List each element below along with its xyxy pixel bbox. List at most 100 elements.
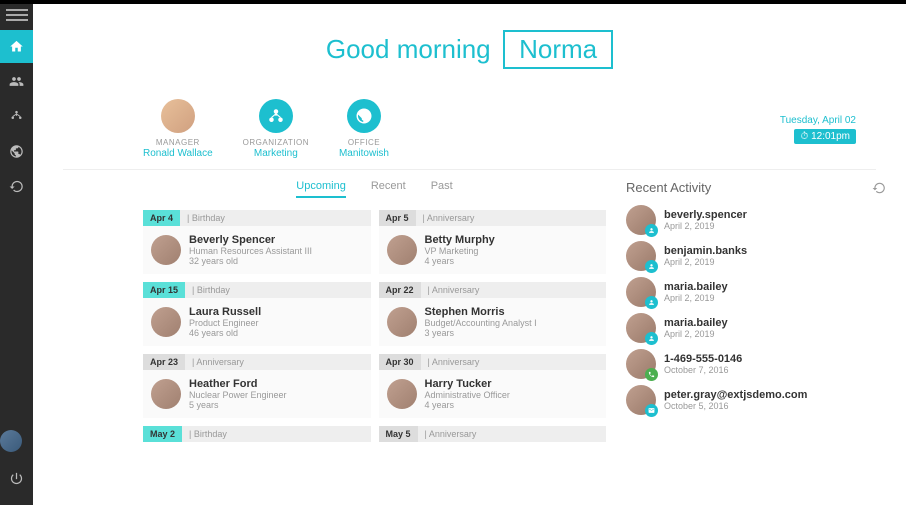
event-card[interactable]: Apr 4| BirthdayBeverly SpencerHuman Reso… [143, 210, 371, 274]
event-detail: 4 years [425, 256, 495, 266]
datetime: Tuesday, April 02 ⏱ 12:01pm [780, 115, 876, 144]
sidebar [0, 0, 33, 505]
event-type: | Anniversary [418, 426, 606, 442]
activity-item[interactable]: maria.baileyApril 2, 2019 [626, 277, 886, 307]
event-card[interactable]: Apr 5| Anniversary Betty MurphyVP Marketi… [379, 210, 607, 274]
tab-past[interactable]: Past [431, 180, 453, 198]
nav-history[interactable] [0, 170, 33, 203]
nav-people[interactable] [0, 65, 33, 98]
activity-name: beverly.spencer [664, 209, 747, 221]
current-date: Tuesday, April 02 [780, 115, 856, 126]
activity-item[interactable]: peter.gray@extjsdemo.comOctober 5, 2016 [626, 385, 886, 415]
topbar [0, 0, 906, 4]
menu-toggle[interactable] [6, 6, 28, 24]
activity-name: 1-469-555-0146 [664, 353, 742, 365]
event-title: Budget/Accounting Analyst I [425, 318, 537, 328]
event-date: Apr 23 [143, 354, 185, 370]
history-icon[interactable] [872, 181, 886, 195]
activity-title: Recent Activity [626, 180, 711, 195]
user-badge-icon [645, 332, 658, 345]
event-type: | Birthday [185, 282, 370, 298]
event-name: Heather Ford [189, 378, 287, 390]
event-type: | Anniversary [421, 282, 606, 298]
event-avatar [387, 235, 417, 265]
activity-date: October 7, 2016 [664, 365, 742, 375]
activity-name: maria.bailey [664, 281, 728, 293]
event-detail: 46 years old [189, 328, 261, 338]
event-type: | Anniversary [185, 354, 370, 370]
user-avatar[interactable] [0, 430, 22, 452]
globe-icon [347, 99, 381, 133]
event-avatar [151, 307, 181, 337]
event-title: Nuclear Power Engineer [189, 390, 287, 400]
activity-item[interactable]: 1-469-555-0146October 7, 2016 [626, 349, 886, 379]
event-title: Administrative Officer [425, 390, 510, 400]
event-avatar [387, 379, 417, 409]
event-card[interactable]: Apr 23| Anniversary Heather FordNuclear P… [143, 354, 371, 418]
event-date: Apr 4 [143, 210, 180, 226]
greeting-name: Norma [503, 30, 613, 69]
event-card[interactable]: Apr 30| AnniversaryHarry TuckerAdministr… [379, 354, 607, 418]
event-card[interactable]: May 2| Birthday [143, 426, 371, 442]
event-detail: 3 years [425, 328, 537, 338]
event-avatar [151, 379, 181, 409]
event-name: Stephen Morris [425, 306, 537, 318]
event-date: Apr 5 [379, 210, 416, 226]
user-badge-icon [645, 224, 658, 237]
activity-avatar [626, 313, 656, 343]
info-office[interactable]: OFFICE Manitowish [339, 99, 389, 159]
activity-avatar [626, 349, 656, 379]
org-icon [259, 99, 293, 133]
event-detail: 4 years [425, 400, 510, 410]
nav-globe[interactable] [0, 135, 33, 168]
event-card[interactable]: May 5| Anniversary [379, 426, 607, 442]
activity-date: April 2, 2019 [664, 257, 747, 267]
event-detail: 32 years old [189, 256, 312, 266]
mail-badge-icon [645, 404, 658, 417]
event-date: May 5 [379, 426, 418, 442]
activity-date: October 5, 2016 [664, 401, 807, 411]
activity-item[interactable]: benjamin.banksApril 2, 2019 [626, 241, 886, 271]
events-grid: Apr 4| BirthdayBeverly SpencerHuman Reso… [143, 210, 606, 442]
event-type: | Anniversary [416, 210, 606, 226]
event-type: | Birthday [180, 210, 370, 226]
activity-section: Recent Activity beverly.spencerApril 2, … [626, 180, 886, 505]
event-type: | Birthday [182, 426, 370, 442]
tabs: Upcoming Recent Past [143, 180, 606, 198]
phone-badge-icon [645, 368, 658, 381]
event-title: Product Engineer [189, 318, 261, 328]
manager-avatar [161, 99, 195, 133]
info-organization[interactable]: ORGANIZATION Marketing [243, 99, 309, 159]
event-date: Apr 30 [379, 354, 421, 370]
event-name: Beverly Spencer [189, 234, 312, 246]
user-badge-icon [645, 260, 658, 273]
activity-date: April 2, 2019 [664, 221, 747, 231]
nav-home[interactable] [0, 30, 33, 63]
activity-avatar [626, 241, 656, 271]
event-name: Laura Russell [189, 306, 261, 318]
activity-item[interactable]: beverly.spencerApril 2, 2019 [626, 205, 886, 235]
event-card[interactable]: Apr 22| Anniversary Stephen MorrisBudget/… [379, 282, 607, 346]
event-detail: 5 years [189, 400, 287, 410]
event-name: Harry Tucker [425, 378, 510, 390]
activity-date: April 2, 2019 [664, 329, 728, 339]
event-title: VP Marketing [425, 246, 495, 256]
activity-list: beverly.spencerApril 2, 2019benjamin.ban… [626, 205, 886, 415]
activity-name: maria.bailey [664, 317, 728, 329]
info-manager[interactable]: MANAGER Ronald Wallace [143, 99, 213, 159]
user-badge-icon [645, 296, 658, 309]
event-date: Apr 22 [379, 282, 421, 298]
main-content: Good morning Norma MANAGER Ronald Wallac… [33, 0, 906, 505]
nav-org[interactable] [0, 100, 33, 133]
activity-name: benjamin.banks [664, 245, 747, 257]
nav-power[interactable] [0, 462, 33, 495]
tab-recent[interactable]: Recent [371, 180, 406, 198]
event-card[interactable]: Apr 15| BirthdayLaura RussellProduct Eng… [143, 282, 371, 346]
activity-item[interactable]: maria.baileyApril 2, 2019 [626, 313, 886, 343]
event-name: Betty Murphy [425, 234, 495, 246]
greeting: Good morning Norma [33, 10, 906, 84]
event-avatar [151, 235, 181, 265]
tab-upcoming[interactable]: Upcoming [296, 180, 346, 198]
activity-avatar [626, 277, 656, 307]
event-avatar [387, 307, 417, 337]
